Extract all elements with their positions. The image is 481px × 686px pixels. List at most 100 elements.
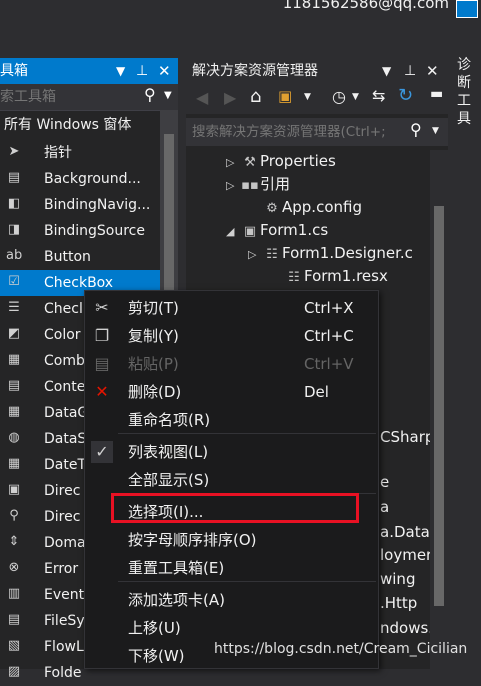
menu-item: ▤ 粘贴(P) Ctrl+V bbox=[85, 351, 378, 377]
chevron-down-icon[interactable]: ▼ bbox=[432, 126, 439, 136]
tree-node-label[interactable]: a bbox=[380, 498, 389, 516]
dropdown-icon[interactable]: ▼ bbox=[116, 58, 125, 84]
binding-source-icon: ◨ bbox=[7, 222, 21, 237]
close-icon[interactable]: ✕ bbox=[158, 58, 171, 84]
chevron-down-icon[interactable]: ▼ bbox=[304, 92, 311, 102]
context-menu: ✂ 剪切(T) Ctrl+X ❐ 复制(Y) Ctrl+C ▤ 粘贴(P) Ctrl+V ✕ 删除(… bbox=[84, 290, 379, 669]
eventlog-icon: ▥ bbox=[7, 586, 21, 601]
tree-node[interactable]: ☷ Form1.resx bbox=[270, 265, 388, 288]
watermark: https://blog.csdn.net/Cream_Cicilian bbox=[214, 641, 468, 657]
paste-icon: ▤ bbox=[94, 354, 110, 373]
tree-node-label[interactable]: ndows. bbox=[380, 619, 433, 637]
sync-views-icon[interactable]: ▣ bbox=[278, 87, 292, 105]
combobox-icon: ▦ bbox=[7, 352, 21, 367]
tree-node-label[interactable]: e bbox=[380, 473, 389, 491]
menu-item[interactable]: ❐ 复制(Y) Ctrl+C bbox=[85, 323, 378, 349]
toolbox-item[interactable]: ◨ BindingSource bbox=[0, 218, 160, 244]
toolbox-item-label: Direc bbox=[44, 483, 81, 499]
toolbox-item-label: DateT bbox=[44, 457, 87, 473]
menu-item[interactable]: ✓ 列表视图(L) bbox=[85, 439, 378, 465]
toolbox-item-label: Button bbox=[44, 249, 91, 265]
menu-item[interactable]: 按字母顺序排序(O) bbox=[85, 527, 378, 553]
search-icon[interactable]: ⚲ bbox=[410, 120, 422, 139]
pin-icon[interactable]: ⊥ bbox=[404, 58, 416, 84]
toolbox-search-input[interactable] bbox=[0, 84, 140, 110]
solution-search-input[interactable] bbox=[192, 118, 412, 146]
expander-icon[interactable]: ▷ bbox=[226, 151, 240, 174]
expander-icon[interactable]: ▷ bbox=[226, 174, 240, 197]
menu-item[interactable]: ✂ 剪切(T) Ctrl+X bbox=[85, 295, 378, 321]
toolbox-item-label: 指针 bbox=[44, 145, 72, 161]
checkbox-icon: ☑ bbox=[8, 274, 20, 289]
toolbox-header[interactable]: 具箱 ▼ ⊥ ✕ bbox=[0, 58, 178, 84]
toolbox-item-label: Error bbox=[44, 561, 79, 577]
chevron-down-icon[interactable]: ▼ bbox=[164, 90, 172, 101]
folder-browser-icon: ▨ bbox=[7, 664, 21, 679]
close-icon[interactable]: ✕ bbox=[426, 58, 439, 84]
toolbox-category[interactable]: 所有 Windows 窗体 bbox=[4, 114, 131, 134]
back-icon[interactable]: ◀ bbox=[196, 88, 208, 107]
toolbox-item[interactable]: ◧ BindingNavig... bbox=[0, 192, 160, 218]
forward-icon[interactable]: ▶ bbox=[224, 88, 236, 107]
tree-node-label[interactable]: .Http bbox=[380, 594, 417, 612]
menu-item-label: 删除(D) bbox=[128, 383, 182, 401]
account-icon[interactable] bbox=[456, 0, 478, 18]
datagrid-icon: ▦ bbox=[7, 404, 21, 419]
wrench-icon: ⚒ bbox=[244, 155, 256, 170]
toolbox-item-label: Conte bbox=[44, 379, 86, 395]
dropdown-icon[interactable]: ▼ bbox=[382, 58, 391, 84]
toolbox-item[interactable]: ➤ 指针 bbox=[0, 140, 160, 166]
tree-node-label[interactable]: wing bbox=[380, 570, 415, 588]
tree-node[interactable]: ▷ ▪▪引用 bbox=[226, 173, 290, 196]
checkmark-icon: ✓ bbox=[91, 441, 113, 463]
toolbox-item-label: BindingSource bbox=[44, 223, 145, 239]
pin-icon[interactable]: ⊥ bbox=[136, 58, 148, 84]
sync-arrows-icon[interactable]: ⇆ bbox=[372, 86, 385, 105]
menu-item[interactable]: 上移(U) bbox=[85, 615, 378, 641]
home-icon[interactable]: ⌂ bbox=[250, 86, 261, 107]
tree-node-label: Properties bbox=[260, 152, 336, 170]
binding-navigator-icon: ◧ bbox=[7, 196, 21, 211]
expander-icon[interactable]: ◢ bbox=[226, 220, 240, 243]
toolbox-item-label: Background... bbox=[44, 171, 141, 187]
datetime-icon: ▦ bbox=[7, 456, 21, 471]
menu-item[interactable]: 重命名项(R) bbox=[85, 407, 378, 433]
flow-layout-icon: ▧ bbox=[7, 638, 21, 653]
menu-item[interactable]: ✕ 删除(D) Del bbox=[85, 379, 378, 405]
delete-x-icon: ✕ bbox=[95, 382, 109, 401]
filesystem-watcher-icon: ▤ bbox=[7, 612, 21, 627]
tree-node[interactable]: ◢ ▣ Form1.cs bbox=[226, 219, 328, 242]
solution-explorer-header[interactable]: 解决方案资源管理器 ▼ ⊥ ✕ bbox=[186, 58, 448, 84]
annotation-highlight bbox=[111, 493, 359, 523]
pending-changes-icon[interactable]: ◷ bbox=[332, 87, 346, 106]
toolbox-item-label: DataG bbox=[44, 405, 89, 421]
refresh-icon[interactable]: ↻ bbox=[398, 85, 413, 106]
solution-explorer-search[interactable]: ⚲ ▼ bbox=[186, 118, 448, 146]
toolbox-item[interactable]: ▤ Background... bbox=[0, 166, 160, 192]
search-icon[interactable]: ⚲ bbox=[144, 85, 156, 104]
references-icon: ▪▪ bbox=[241, 178, 259, 193]
tree-node-label[interactable]: loymer bbox=[380, 546, 432, 564]
tree-node[interactable]: ▷ ⚒ Properties bbox=[226, 150, 336, 173]
diagnostics-tab[interactable]: 诊断工具 bbox=[452, 52, 481, 172]
toolbox-search[interactable]: ⚲ ▼ bbox=[0, 84, 178, 111]
toolbox-item-label: FlowL bbox=[44, 639, 84, 655]
toolbox-item-label: Doma bbox=[44, 535, 86, 551]
toolbox-item-label: Folde bbox=[44, 665, 82, 681]
chevron-down-icon[interactable]: ▼ bbox=[352, 92, 359, 102]
menu-item[interactable]: 重置工具箱(E) bbox=[85, 555, 378, 581]
tree-node-label: Form1.resx bbox=[304, 267, 388, 285]
account-email[interactable]: 1181562586@qq.com bbox=[283, 0, 449, 12]
tree-node-label[interactable]: CSharp bbox=[380, 428, 434, 446]
toolbox-item-label: Color bbox=[44, 327, 81, 343]
tree-node[interactable]: ▷ ☷ Form1.Designer.c bbox=[248, 242, 413, 265]
solution-scroll-thumb[interactable] bbox=[434, 206, 444, 606]
tree-node[interactable]: ⚙ App.config bbox=[248, 196, 362, 219]
more-icon[interactable]: ▬ bbox=[430, 86, 443, 102]
toolbox-item-label: BindingNavig... bbox=[44, 197, 151, 213]
background-worker-icon: ▤ bbox=[7, 170, 21, 185]
expander-icon[interactable]: ▷ bbox=[248, 243, 262, 266]
menu-item[interactable]: 全部显示(S) bbox=[85, 467, 378, 493]
menu-item[interactable]: 添加选项卡(A) bbox=[85, 587, 378, 613]
toolbox-item[interactable]: ab Button bbox=[0, 244, 160, 270]
